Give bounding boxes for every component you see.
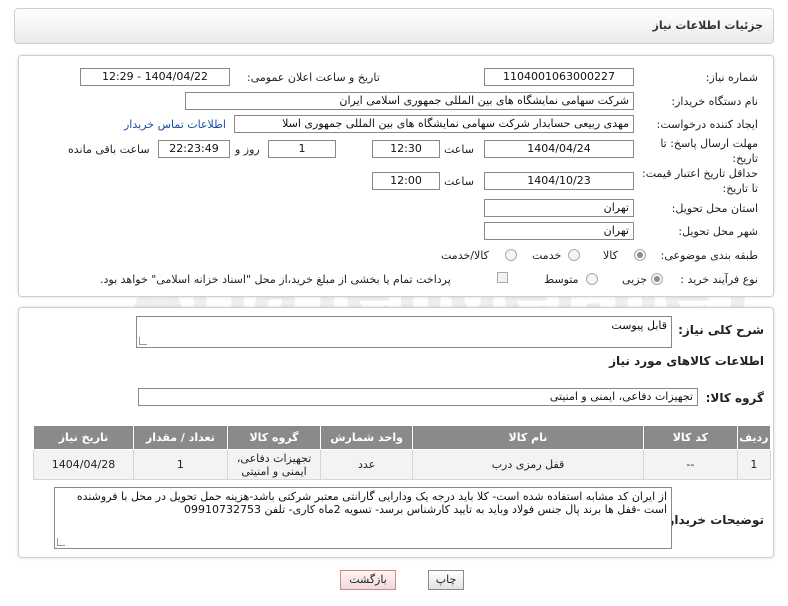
city-label: شهر محل تحویل:: [678, 225, 758, 238]
cell-quantity: 1: [133, 449, 228, 480]
city-field[interactable]: تهران: [484, 222, 634, 240]
summary-text: قابل پیوست: [611, 319, 667, 332]
process-label: نوع فرآیند خرید :: [680, 273, 758, 286]
page-title: جزئیات اطلاعات نیاز: [652, 19, 764, 32]
cell-date: 1404/04/28: [32, 449, 135, 480]
category-service-label: خدمت: [532, 249, 562, 262]
price-validity-time-label: ساعت: [444, 175, 474, 188]
treasury-payment-checkbox[interactable]: [497, 272, 508, 283]
category-label: طبقه بندی موضوعی:: [660, 249, 758, 262]
requester-label: ایجاد کننده درخواست:: [656, 118, 758, 131]
days-label: روز و: [235, 143, 260, 156]
col-quantity: تعداد / مقدار: [133, 425, 228, 450]
requester-field[interactable]: مهدی ربیعی حسابدار شرکت سهامی نمایشگاه ه…: [234, 115, 634, 133]
category-goods-radio[interactable]: [634, 249, 646, 261]
deadline-date-field[interactable]: 1404/04/24: [484, 140, 634, 158]
cell-row: 1: [736, 449, 772, 480]
summary-field[interactable]: قابل پیوست: [136, 316, 672, 348]
resize-handle-icon[interactable]: [139, 337, 147, 345]
category-both-label: کالا/خدمت: [441, 249, 489, 262]
col-unit: واحد شمارش: [320, 425, 413, 450]
col-date: تاریخ نیاز: [32, 425, 135, 450]
buyer-notes-label: توضیحات خریدار:: [662, 513, 764, 527]
need-number-field[interactable]: 1104001063000227: [484, 68, 634, 86]
province-field[interactable]: تهران: [484, 199, 634, 217]
col-name: نام کالا: [411, 425, 645, 450]
buyer-notes-field[interactable]: از ایران کد مشابه استفاده شده است- کلا ب…: [54, 487, 672, 549]
resize-handle-icon[interactable]: [57, 538, 65, 546]
treasury-payment-note: پرداخت تمام یا بخشی از مبلغ خرید،از محل …: [100, 273, 451, 286]
items-table-header: ردیف کد کالا نام کالا واحد شمارش گروه کا…: [32, 425, 772, 450]
items-section-title: اطلاعات کالاهای مورد نیاز: [609, 354, 764, 368]
price-validity-label: حداقل تاریخ اعتبار قیمت: تا تاریخ:: [642, 167, 758, 195]
price-validity-time-field[interactable]: 12:00: [372, 172, 440, 190]
category-both-radio[interactable]: [505, 249, 517, 261]
table-row[interactable]: 1 -- قفل رمزی درب عدد تجهیزات دفاعی، ایم…: [32, 449, 772, 480]
days-field[interactable]: 1: [268, 140, 336, 158]
col-group: گروه کالا: [226, 425, 322, 450]
summary-label: شرح کلی نیاز:: [678, 323, 764, 337]
buyer-org-label: نام دستگاه خریدار:: [671, 95, 758, 108]
print-button[interactable]: چاپ: [428, 570, 464, 590]
category-goods-label: کالا: [603, 249, 618, 262]
cell-group: تجهیزات دفاعی، ایمنی و امنیتی: [226, 449, 322, 480]
remaining-label: ساعت باقی مانده: [68, 143, 150, 156]
col-row: ردیف: [736, 425, 772, 450]
need-number-label: شماره نیاز:: [705, 71, 758, 84]
cell-name: قفل رمزی درب: [411, 449, 645, 480]
group-field[interactable]: تجهیزات دفاعی، ایمنی و امنیتی: [138, 388, 698, 406]
process-minor-radio[interactable]: [651, 273, 663, 285]
items-table: ردیف کد کالا نام کالا واحد شمارش گروه کا…: [32, 425, 772, 480]
announce-label: تاریخ و ساعت اعلان عمومی:: [247, 71, 380, 84]
process-medium-label: متوسط: [544, 273, 579, 286]
price-validity-date-field[interactable]: 1404/10/23: [484, 172, 634, 190]
process-medium-radio[interactable]: [586, 273, 598, 285]
deadline-label: مهلت ارسال پاسخ: تا تاریخ:: [660, 137, 758, 165]
process-minor-label: جزیی: [622, 273, 648, 286]
contact-info-link[interactable]: اطلاعات تماس خریدار: [124, 118, 226, 131]
category-service-radio[interactable]: [568, 249, 580, 261]
col-code: کد کالا: [643, 425, 738, 450]
cell-code: --: [643, 449, 738, 480]
province-label: استان محل تحویل:: [671, 202, 758, 215]
back-button[interactable]: بازگشت: [340, 570, 396, 590]
deadline-time-label: ساعت: [444, 143, 474, 156]
cell-unit: عدد: [320, 449, 413, 480]
remaining-time-field[interactable]: 22:23:49: [158, 140, 230, 158]
group-label: گروه کالا:: [705, 391, 764, 405]
buyer-org-field[interactable]: شرکت سهامی نمایشگاه های بین المللی جمهور…: [185, 92, 634, 110]
announce-field[interactable]: 1404/04/22 - 12:29: [80, 68, 230, 86]
buyer-notes-text: از ایران کد مشابه استفاده شده است- کلا ب…: [76, 490, 667, 516]
deadline-time-field[interactable]: 12:30: [372, 140, 440, 158]
page-header: جزئیات اطلاعات نیاز: [14, 8, 774, 44]
